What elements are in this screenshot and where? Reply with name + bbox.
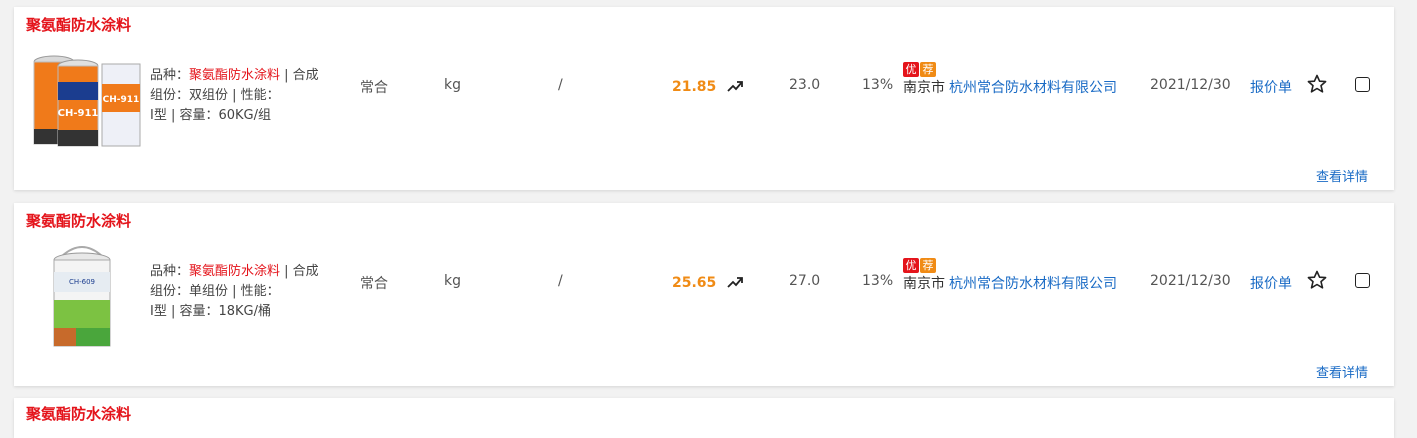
product-spec: 品种：聚氨酯防水涂料 | 合成组份：双组份 | 性能： Ⅰ型 | 容量：60KG… bbox=[150, 66, 320, 126]
model: / bbox=[558, 273, 563, 289]
city: 南京市 bbox=[903, 80, 945, 96]
checkbox-icon[interactable] bbox=[1355, 273, 1370, 288]
badge-recommend: 荐 bbox=[920, 258, 936, 273]
supplier-badges: 优荐 bbox=[903, 258, 937, 273]
date: 2021/12/30 bbox=[1150, 273, 1231, 289]
spec-prefix: 品种： bbox=[150, 68, 190, 83]
product-title[interactable]: 聚氨酯防水涂料 bbox=[26, 14, 131, 35]
model: / bbox=[558, 77, 563, 93]
brand: 常合 bbox=[360, 276, 388, 292]
tax-rate: 13% bbox=[862, 77, 894, 93]
product-title[interactable]: 聚氨酯防水涂料 bbox=[26, 210, 131, 231]
spec-prefix: 品种： bbox=[150, 264, 190, 279]
trend-up-icon[interactable] bbox=[727, 79, 743, 93]
star-outline-icon[interactable] bbox=[1307, 270, 1327, 290]
company-link[interactable]: 杭州常合防水材料有限公司 bbox=[949, 77, 1117, 97]
date: 2021/12/30 bbox=[1150, 77, 1231, 93]
svg-text:CH-911: CH-911 bbox=[103, 95, 140, 105]
quote-link[interactable]: 报价单 bbox=[1250, 273, 1292, 293]
product-card: 聚氨酯防水涂料 CH-609 品种：聚氨酯防水涂料 | 合成组份：单组份 | 性… bbox=[14, 203, 1394, 386]
badge-recommend: 荐 bbox=[920, 62, 936, 77]
quote-link[interactable]: 报价单 bbox=[1250, 77, 1292, 97]
tax-rate: 13% bbox=[862, 273, 894, 289]
product-spec: 品种：聚氨酯防水涂料 | 合成组份：单组份 | 性能： Ⅰ型 | 容量：18KG… bbox=[150, 262, 320, 322]
price: 21.85 bbox=[672, 79, 717, 95]
reference-price: 27.0 bbox=[789, 273, 821, 289]
view-details-link[interactable]: 查看详情 bbox=[1316, 166, 1368, 185]
product-image[interactable]: CH-911 CH-911 bbox=[24, 44, 142, 154]
spec-variety: 聚氨酯防水涂料 bbox=[189, 68, 281, 83]
badge-you: 优 bbox=[903, 258, 919, 273]
unit: kg bbox=[444, 77, 461, 93]
product-card: 聚氨酯防水涂料 bbox=[14, 398, 1394, 438]
star-outline-icon[interactable] bbox=[1307, 74, 1327, 94]
price: 25.65 bbox=[672, 275, 717, 291]
product-image[interactable]: CH-609 bbox=[24, 240, 142, 350]
spec-variety: 聚氨酯防水涂料 bbox=[189, 264, 281, 279]
company-link[interactable]: 杭州常合防水材料有限公司 bbox=[949, 273, 1117, 293]
unit: kg bbox=[444, 273, 461, 289]
svg-text:CH-609: CH-609 bbox=[69, 278, 95, 286]
svg-text:CH-911: CH-911 bbox=[58, 108, 99, 119]
brand: 常合 bbox=[360, 80, 388, 96]
badge-you: 优 bbox=[903, 62, 919, 77]
supplier-badges: 优荐 bbox=[903, 62, 937, 77]
city: 南京市 bbox=[903, 276, 945, 292]
spec-details-2: Ⅰ型 | 容量：60KG/组 bbox=[150, 108, 271, 123]
product-title[interactable]: 聚氨酯防水涂料 bbox=[26, 403, 131, 424]
reference-price: 23.0 bbox=[789, 77, 821, 93]
checkbox-icon[interactable] bbox=[1355, 77, 1370, 92]
product-card: 聚氨酯防水涂料 CH-911 CH-911 品种：聚氨酯防水涂料 | 合成组份：… bbox=[14, 7, 1394, 190]
trend-up-icon[interactable] bbox=[727, 275, 743, 289]
spec-details-2: Ⅰ型 | 容量：18KG/桶 bbox=[150, 304, 271, 319]
view-details-link[interactable]: 查看详情 bbox=[1316, 362, 1368, 381]
